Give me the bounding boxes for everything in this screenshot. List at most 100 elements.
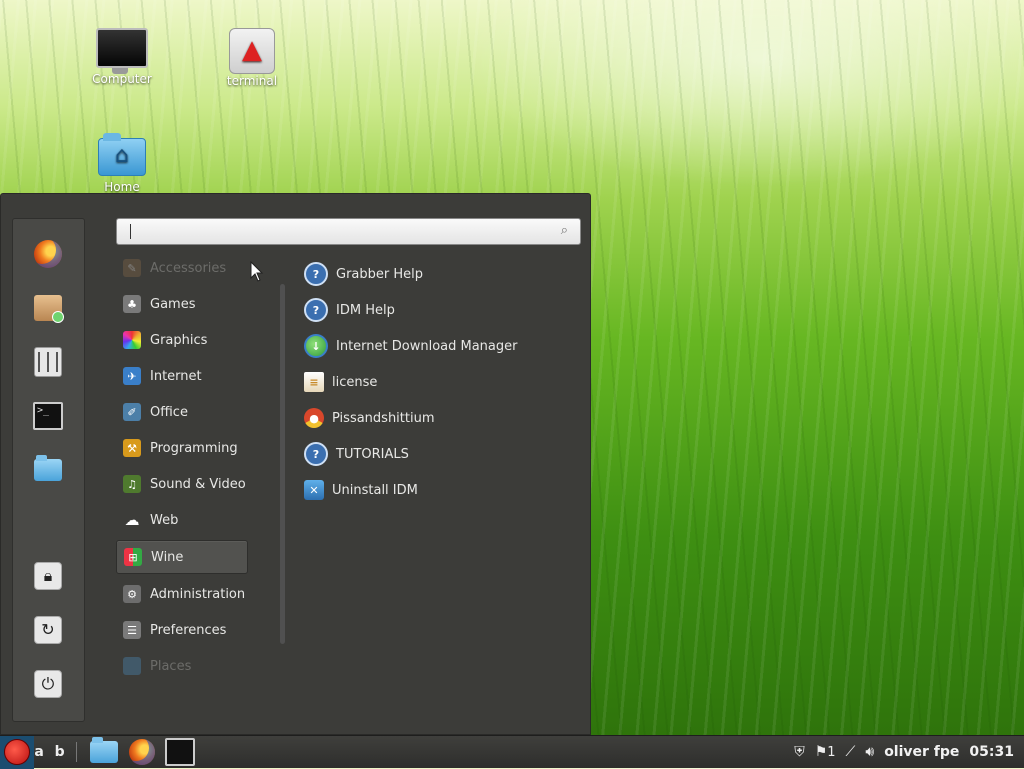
category-label: Administration: [150, 586, 246, 602]
firefox-icon: [34, 240, 62, 268]
logout-button[interactable]: ↻: [33, 615, 63, 645]
favorite-terminal[interactable]: >_: [33, 401, 63, 431]
lock-screen-button[interactable]: 🔒︎: [33, 561, 63, 591]
office-icon: ✐: [123, 403, 141, 421]
application-list: ? Grabber Help ? IDM Help ↓ Internet Dow…: [301, 258, 581, 510]
category-graphics[interactable]: Graphics: [116, 324, 276, 356]
folder-icon: [90, 737, 118, 763]
app-license[interactable]: ≡ license: [301, 366, 581, 398]
app-label: license: [332, 374, 378, 390]
folder-icon: [34, 455, 62, 481]
category-preferences[interactable]: ☰ Preferences: [116, 614, 276, 646]
category-internet[interactable]: ✈ Internet: [116, 360, 276, 392]
shield-icon[interactable]: ⛨: [794, 744, 805, 760]
launcher-files[interactable]: [85, 736, 123, 769]
search-field[interactable]: ⌕: [116, 218, 581, 245]
desktop-icon-label: terminal: [226, 74, 278, 88]
notifications-icon[interactable]: ⚑1: [815, 744, 836, 760]
desktop-icon-terminal[interactable]: ▲ terminal: [212, 28, 292, 88]
cloud-icon: ☁: [124, 511, 140, 529]
app-label: IDM Help: [336, 302, 395, 318]
administration-icon: ⚙: [123, 585, 141, 603]
category-label: Internet: [150, 368, 202, 384]
app-uninstall-idm[interactable]: ✕ Uninstall IDM: [301, 474, 581, 506]
favorites-sidebar: >_ 🔒︎ ↻ ⏻: [12, 218, 85, 722]
network-icon[interactable]: ⟋: [846, 744, 856, 760]
wine-icon: ⊞: [124, 548, 142, 566]
monitor-icon: [96, 28, 148, 74]
category-sound-video[interactable]: ♫ Sound & Video: [116, 468, 276, 500]
app-label: Pissandshittium: [332, 410, 435, 426]
launcher-firefox[interactable]: [123, 736, 161, 769]
category-label: Web: [150, 512, 179, 528]
shutdown-button[interactable]: ⏻: [33, 669, 63, 699]
internet-icon: ✈: [123, 367, 141, 385]
app-tutorials[interactable]: ? TUTORIALS: [301, 438, 581, 470]
accessories-icon: ✎: [123, 259, 141, 277]
terminal-icon: >_: [33, 402, 63, 430]
category-label: Wine: [151, 549, 184, 565]
category-web[interactable]: ☁ Web: [116, 504, 276, 536]
category-programming[interactable]: ⚒ Programming: [116, 432, 276, 464]
favorite-firefox[interactable]: [33, 239, 63, 269]
menu-button[interactable]: [0, 735, 34, 769]
text-caret: [130, 224, 131, 239]
category-label: Games: [150, 296, 196, 312]
bottom-panel: a b ⛨ ⚑1 ⟋ 🔊︎ oliver fpe 05:31: [0, 735, 1024, 769]
workspace-switcher[interactable]: a b: [34, 736, 68, 769]
category-label: Places: [150, 658, 192, 674]
panel-separator: [76, 742, 77, 762]
uninstall-icon: ✕: [304, 480, 324, 500]
document-icon: ≡: [304, 372, 324, 392]
category-places[interactable]: Places: [116, 650, 276, 682]
desktop-icon-computer[interactable]: Computer: [82, 28, 162, 86]
package-icon: [34, 295, 64, 323]
preferences-icon: ☰: [123, 621, 141, 639]
idm-globe-icon: ↓: [304, 334, 328, 358]
desktop-icon-label: Computer: [92, 72, 152, 86]
help-icon: ?: [304, 298, 328, 322]
favorite-files[interactable]: [33, 455, 63, 485]
mouse-cursor-icon: [250, 261, 264, 282]
firefox-icon: [129, 739, 155, 765]
help-icon: ?: [304, 262, 328, 286]
app-label: TUTORIALS: [336, 446, 409, 462]
category-label: Accessories: [150, 260, 227, 276]
logout-icon: ↻: [34, 616, 62, 644]
launcher-terminal[interactable]: [161, 736, 199, 769]
desktop-icon-home[interactable]: ⌂ Home: [82, 133, 162, 194]
user-label[interactable]: oliver fpe: [884, 744, 959, 760]
rocket-icon: ▲: [229, 28, 275, 74]
category-label: Preferences: [150, 622, 227, 638]
app-grabber-help[interactable]: ? Grabber Help: [301, 258, 581, 290]
favorite-settings[interactable]: [33, 347, 63, 377]
mixer-icon: [34, 347, 62, 377]
graphics-icon: [123, 331, 141, 349]
category-wine[interactable]: ⊞ Wine: [116, 540, 248, 574]
places-folder-icon: [123, 657, 141, 675]
clock[interactable]: 05:31: [969, 744, 1014, 760]
terminal-icon: [165, 738, 195, 766]
category-games[interactable]: ♣ Games: [116, 288, 276, 320]
app-label: Grabber Help: [336, 266, 424, 282]
lock-screen-icon: 🔒︎: [34, 562, 62, 590]
category-administration[interactable]: ⚙ Administration: [116, 578, 276, 610]
notification-count: 1: [827, 745, 836, 760]
angry-bird-icon: [4, 739, 30, 765]
app-idm-help[interactable]: ? IDM Help: [301, 294, 581, 326]
system-tray: ⛨ ⚑1 ⟋ 🔊︎ oliver fpe 05:31: [794, 744, 1024, 760]
app-label: Internet Download Manager: [336, 338, 518, 354]
favorite-package-manager[interactable]: [33, 293, 64, 323]
help-icon: ?: [304, 442, 328, 466]
desktop-icon-label: Home: [104, 180, 140, 194]
app-internet-download-manager[interactable]: ↓ Internet Download Manager: [301, 330, 581, 362]
application-menu: >_ 🔒︎ ↻ ⏻ ⌕ ✎ Accessories ♣ Games Graphi…: [0, 193, 591, 735]
category-label: Office: [150, 404, 188, 420]
category-label: Graphics: [150, 332, 208, 348]
volume-icon[interactable]: 🔊︎: [865, 744, 874, 760]
app-pissandshittium[interactable]: ● Pissandshittium: [301, 402, 581, 434]
games-icon: ♣: [123, 295, 141, 313]
category-scrollbar[interactable]: [280, 284, 285, 644]
category-office[interactable]: ✐ Office: [116, 396, 276, 428]
category-list: ✎ Accessories ♣ Games Graphics ✈ Interne…: [116, 252, 276, 686]
